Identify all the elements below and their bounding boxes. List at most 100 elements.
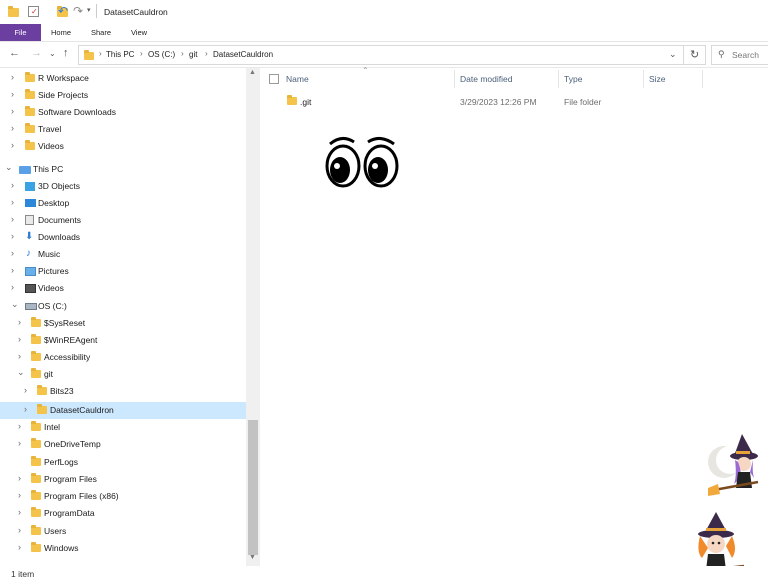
column-header-date-modified[interactable]: Date modified (460, 74, 512, 84)
sidebar-item-accessibility[interactable]: › Accessibility (0, 349, 246, 366)
tab-file[interactable]: File (0, 24, 41, 41)
expand-chevron-icon[interactable]: › (11, 231, 14, 241)
expand-chevron-icon[interactable]: › (18, 438, 21, 448)
sidebar-item-videos[interactable]: › Videos (0, 280, 246, 297)
file-row[interactable]: .git 3/29/2023 12:26 PM File folder (280, 92, 710, 109)
expand-chevron-icon[interactable]: › (11, 89, 14, 99)
expand-chevron-icon[interactable]: › (18, 490, 21, 500)
expand-chevron-icon[interactable]: › (11, 282, 14, 292)
sidebar-item-side-projects[interactable]: › Side Projects (0, 87, 246, 104)
sidebar-item-pictures[interactable]: › Pictures (0, 263, 246, 280)
breadcrumb-chevron-icon[interactable]: › (205, 49, 208, 58)
folder-icon (25, 123, 35, 133)
sidebar-item-winreagent[interactable]: › $WinREAgent (0, 332, 246, 349)
expand-chevron-icon[interactable]: › (24, 385, 27, 395)
expand-chevron-icon[interactable]: › (18, 473, 21, 483)
sidebar-item-windows[interactable]: › Windows (0, 540, 246, 557)
sidebar-item-videos-quick[interactable]: › Videos (0, 138, 246, 155)
sidebar-item-3d-objects[interactable]: › 3D Objects (0, 178, 246, 195)
sidebar-item-music[interactable]: › ♪ Music (0, 246, 246, 263)
expand-chevron-icon[interactable]: › (11, 265, 14, 275)
column-header-type[interactable]: Type (564, 74, 582, 84)
sidebar-item-program-files[interactable]: › Program Files (0, 471, 246, 488)
select-all-checkbox[interactable] (269, 74, 279, 84)
back-icon[interactable]: ← (9, 47, 20, 59)
address-bar[interactable]: › This PC › OS (C:) › git › DatasetCauld… (78, 45, 684, 65)
sidebar-item-desktop[interactable]: › Desktop (0, 195, 246, 212)
sidebar-item-label: Windows (44, 543, 79, 553)
tab-view[interactable]: View (122, 24, 156, 41)
forward-icon[interactable]: → (31, 47, 42, 59)
sidebar-item-label: Documents (38, 215, 81, 225)
column-header-size[interactable]: Size (649, 74, 666, 84)
up-icon[interactable]: ↑ (63, 47, 69, 59)
expand-chevron-icon[interactable]: › (18, 351, 21, 361)
sidebar-item-os-c[interactable]: ⌄ OS (C:) (0, 298, 246, 315)
expand-chevron-icon[interactable]: › (11, 197, 14, 207)
expand-chevron-icon[interactable]: › (18, 334, 21, 344)
sidebar-item-bits23[interactable]: › Bits23 (0, 383, 246, 400)
sidebar-item-label: Videos (38, 141, 64, 151)
expand-chevron-icon[interactable]: › (11, 180, 14, 190)
sidebar-item-perflogs[interactable]: PerfLogs (0, 454, 246, 471)
breadcrumb-chevron-icon[interactable]: › (181, 49, 184, 58)
expand-chevron-icon[interactable]: › (11, 140, 14, 150)
column-divider[interactable] (454, 70, 455, 88)
expand-chevron-icon[interactable]: › (11, 72, 14, 82)
sidebar-item-users[interactable]: › Users (0, 523, 246, 540)
column-header-name[interactable]: Name (286, 74, 309, 84)
sidebar-item-onedrivetemp[interactable]: › OneDriveTemp (0, 436, 246, 453)
sidebar-item-r-workspace[interactable]: › R Workspace (0, 70, 246, 87)
undo-icon[interactable]: ↶ (58, 4, 68, 18)
breadcrumb-datasetcauldron[interactable]: DatasetCauldron (213, 50, 273, 59)
expand-chevron-icon[interactable]: › (18, 542, 21, 552)
tab-home[interactable]: Home (44, 24, 78, 41)
column-divider[interactable] (702, 70, 703, 88)
computer-icon (19, 166, 31, 174)
refresh-button[interactable]: ↻ (684, 45, 706, 65)
scroll-down-icon[interactable]: ▼ (249, 554, 256, 561)
column-divider[interactable] (643, 70, 644, 88)
sidebar-item-downloads[interactable]: › ⬇ Downloads (0, 229, 246, 246)
sidebar-item-programdata[interactable]: › ProgramData (0, 505, 246, 522)
column-divider[interactable] (558, 70, 559, 88)
breadcrumb-chevron-icon[interactable]: › (99, 49, 102, 58)
folder-icon (8, 6, 19, 17)
breadcrumb-this-pc[interactable]: This PC (106, 50, 134, 59)
tab-share[interactable]: Share (84, 24, 118, 41)
collapse-chevron-icon[interactable]: ⌄ (17, 367, 25, 378)
expand-chevron-icon[interactable]: › (11, 214, 14, 224)
expand-chevron-icon[interactable]: › (11, 106, 14, 116)
expand-chevron-icon[interactable]: › (11, 248, 14, 258)
expand-chevron-icon[interactable]: › (18, 317, 21, 327)
redo-icon[interactable]: ↷ (73, 4, 83, 18)
expand-chevron-icon[interactable]: › (18, 525, 21, 535)
collapse-chevron-icon[interactable]: ⌄ (11, 299, 19, 310)
search-icon: ⚲ (718, 49, 725, 59)
search-box[interactable]: ⚲ Search (711, 45, 768, 65)
recent-locations-icon[interactable]: ⌄ (49, 49, 56, 58)
sidebar-item-sysreset[interactable]: › $SysReset (0, 315, 246, 332)
sidebar-item-datasetcauldron[interactable]: › DatasetCauldron (0, 402, 246, 419)
sidebar-item-travel[interactable]: › Travel (0, 121, 246, 138)
sidebar-item-program-files-x86[interactable]: › Program Files (x86) (0, 488, 246, 505)
expand-chevron-icon[interactable]: › (18, 507, 21, 517)
breadcrumb-chevron-icon[interactable]: › (140, 49, 143, 58)
sidebar-item-software-downloads[interactable]: › Software Downloads (0, 104, 246, 121)
collapse-chevron-icon[interactable]: ⌄ (5, 162, 13, 173)
expand-chevron-icon[interactable]: › (24, 404, 27, 414)
expand-chevron-icon[interactable]: › (11, 123, 14, 133)
breadcrumb-os-c[interactable]: OS (C:) (148, 50, 175, 59)
sidebar-item-this-pc[interactable]: ⌄ This PC (0, 161, 246, 178)
sidebar-item-label: Side Projects (38, 90, 89, 100)
scroll-up-icon[interactable]: ▲ (249, 69, 256, 76)
sidebar-item-documents[interactable]: › Documents (0, 212, 246, 229)
expand-chevron-icon[interactable]: › (18, 421, 21, 431)
properties-icon[interactable]: ✓ (28, 6, 39, 17)
sidebar-item-intel[interactable]: › Intel (0, 419, 246, 436)
scrollbar-thumb[interactable] (248, 420, 258, 555)
customize-toolbar-icon[interactable]: ▾ (87, 6, 91, 14)
breadcrumb-git[interactable]: git (189, 50, 197, 59)
address-dropdown-icon[interactable]: ⌄ (669, 49, 677, 60)
sidebar-item-git[interactable]: ⌄ git (0, 366, 246, 383)
